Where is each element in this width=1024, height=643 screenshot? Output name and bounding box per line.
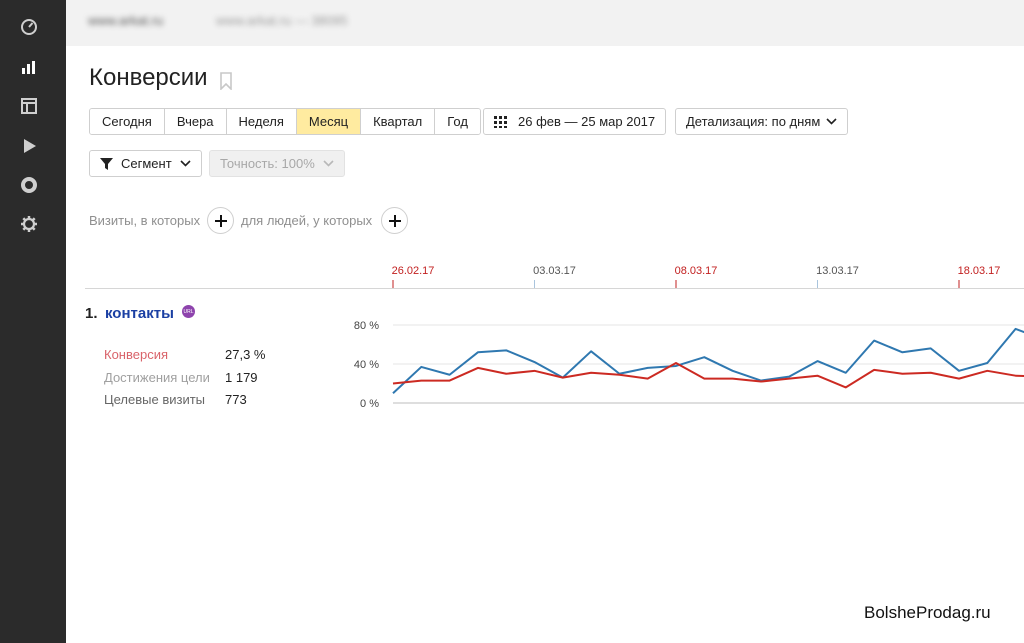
detail-dropdown[interactable]: Детализация: по дням <box>675 108 849 135</box>
add-visit-condition-button[interactable] <box>207 207 234 234</box>
calendar-icon <box>494 115 507 128</box>
donut-icon[interactable] <box>18 174 40 196</box>
period-yesterday-button[interactable]: Вчера <box>164 109 227 134</box>
x-tick-label: 03.03.17 <box>533 265 576 277</box>
period-month-button[interactable]: Месяц <box>296 109 362 134</box>
add-people-condition-button[interactable] <box>381 207 408 234</box>
metric-label-achievements: Достижения цели <box>104 370 210 385</box>
plus-icon <box>214 214 227 227</box>
chevron-down-icon <box>323 160 334 167</box>
x-tick-label: 13.03.17 <box>816 265 859 277</box>
period-week-button[interactable]: Неделя <box>226 109 297 134</box>
metric-label-target-visits: Целевые визиты <box>104 392 206 407</box>
chevron-down-icon <box>180 160 191 167</box>
x-tick-label: 26.02.17 <box>392 265 435 277</box>
people-filter-label: для людей, у которых <box>241 213 373 228</box>
segment-button[interactable]: Сегмент <box>89 150 202 177</box>
detail-label: Детализация: по дням <box>686 114 821 129</box>
conversion-chart: 26.02.17 03.03.17 08.03.17 13.03.17 18.03.17… <box>354 265 1024 410</box>
accuracy-label: Точность: 100% <box>220 156 315 171</box>
segment-label: Сегмент <box>121 156 172 171</box>
sidebar <box>0 0 66 643</box>
watermark-text: BolsheProdag.ru <box>864 603 991 622</box>
layout-icon[interactable] <box>18 95 40 117</box>
counter-label: www.arkat.ru — 38095 <box>216 13 348 28</box>
y-tick-label: 0 % <box>360 398 379 410</box>
plus-icon <box>388 214 401 227</box>
period-quarter-button[interactable]: Квартал <box>361 109 436 134</box>
goal-number: 1. <box>85 305 98 322</box>
series-line-red <box>392 362 1024 389</box>
period-year-button[interactable]: Год <box>435 109 480 134</box>
date-range-label: 26 фев — 25 мар 2017 <box>518 114 656 129</box>
date-range-button[interactable]: 26 фев — 25 мар 2017 <box>483 108 667 135</box>
chevron-down-icon <box>826 118 837 125</box>
metric-value-conversion: 27,3 % <box>225 347 266 362</box>
goal-name-link[interactable]: контакты <box>105 305 174 322</box>
accuracy-dropdown[interactable]: Точность: 100% <box>209 150 345 177</box>
dashboard-icon[interactable] <box>18 16 40 38</box>
period-today-button[interactable]: Сегодня <box>90 109 165 134</box>
metric-value-achievements: 1 179 <box>225 370 258 385</box>
play-icon[interactable] <box>18 135 40 157</box>
x-tick-label: 18.03.17 <box>958 265 1001 277</box>
bookmark-icon[interactable] <box>219 72 233 90</box>
y-tick-label: 40 % <box>354 359 379 371</box>
site-selector[interactable]: www.arkat.ru <box>88 13 163 28</box>
visits-filter-label: Визиты, в которых <box>89 213 201 228</box>
gear-icon[interactable] <box>18 213 40 235</box>
filter-icon <box>100 157 113 170</box>
topbar: www.arkat.ru www.arkat.ru — 38095 <box>66 0 1024 46</box>
period-selector: Сегодня Вчера Неделя Месяц Квартал Год <box>89 108 481 135</box>
x-tick-label: 08.03.17 <box>675 265 718 277</box>
series-line-blue <box>392 327 1024 394</box>
y-tick-label: 80 % <box>354 320 379 332</box>
metric-value-target-visits: 773 <box>225 392 247 407</box>
metric-label-conversion: Конверсия <box>104 347 169 362</box>
url-goal-badge: URL <box>182 305 195 318</box>
bar-chart-icon[interactable] <box>18 56 40 78</box>
page-title: Конверсии <box>89 64 208 91</box>
